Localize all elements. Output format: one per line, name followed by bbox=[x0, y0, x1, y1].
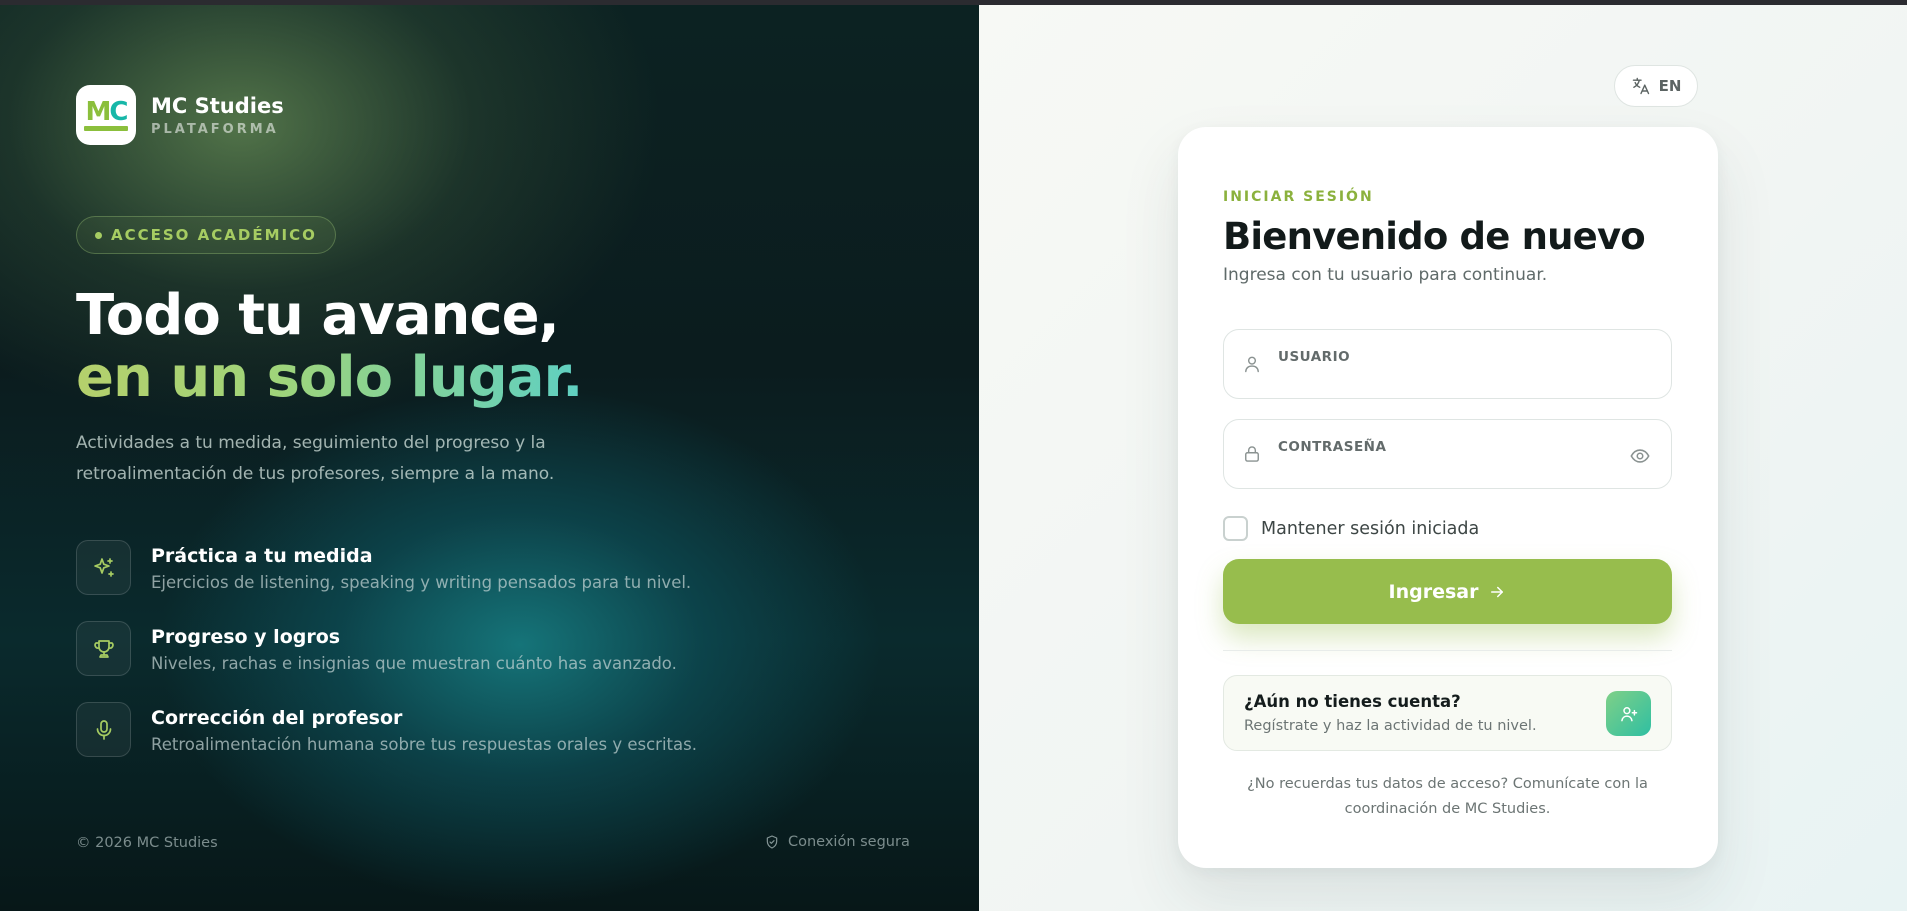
feature-item-correction: Corrección del profesor Retroalimentació… bbox=[76, 702, 697, 783]
remember-me-option[interactable]: Mantener sesión iniciada bbox=[1223, 516, 1479, 541]
brand-logo: MC bbox=[76, 85, 136, 145]
status-dot-icon bbox=[95, 231, 102, 239]
login-submit-label: Ingresar bbox=[1388, 580, 1479, 603]
arrow-right-icon bbox=[1491, 586, 1504, 597]
hero-panel: MC MC Studies PLATAFORMA ACCESO ACADÉMIC… bbox=[0, 5, 979, 911]
register-button[interactable] bbox=[1606, 691, 1651, 736]
login-eyebrow: INICIAR SESIÓN bbox=[1223, 189, 1374, 205]
hero-lead: Actividades a tu medida, seguimiento del… bbox=[76, 433, 555, 484]
secure-connection-note: Conexión segura bbox=[764, 834, 910, 850]
remember-me-checkbox[interactable] bbox=[1223, 516, 1248, 541]
user-icon bbox=[1245, 356, 1259, 373]
access-badge: ACCESO ACADÉMICO bbox=[76, 216, 336, 254]
show-password-eye-icon[interactable] bbox=[1629, 445, 1651, 467]
feature-title: Práctica a tu medida bbox=[151, 545, 373, 567]
headline-line-1: Todo tu avance, bbox=[76, 283, 560, 348]
lock-icon bbox=[1245, 446, 1259, 462]
username-field[interactable]: USUARIO bbox=[1223, 329, 1672, 399]
trophy-icon bbox=[76, 621, 131, 676]
access-help-text: ¿No recuerdas tus datos de acceso? Comun… bbox=[1247, 776, 1648, 817]
login-title: Bienvenido de nuevo bbox=[1223, 215, 1646, 258]
divider bbox=[1223, 650, 1672, 651]
login-card: INICIAR SESIÓN Bienvenido de nuevo Ingre… bbox=[1178, 127, 1718, 868]
feature-description: Niveles, rachas e insignias que muestran… bbox=[151, 654, 677, 673]
brand-name: MC Studies bbox=[151, 93, 284, 118]
brand-subtitle: PLATAFORMA bbox=[151, 121, 279, 137]
username-field-label: USUARIO bbox=[1278, 349, 1351, 365]
password-field-label: CONTRASEÑA bbox=[1278, 439, 1387, 455]
hero-headline: Todo tu avance, en un solo lugar. bbox=[76, 283, 583, 410]
logo-letter-m: M bbox=[85, 96, 112, 127]
feature-description: Retroalimentación humana sobre tus respu… bbox=[151, 735, 697, 754]
language-toggle-button[interactable]: EN bbox=[1614, 65, 1698, 107]
feature-description: Ejercicios de listening, speaking y writ… bbox=[151, 573, 692, 592]
language-toggle-label: EN bbox=[1658, 77, 1682, 95]
sparkles-icon bbox=[76, 540, 131, 595]
feature-list: Práctica a tu medida Ejercicios de liste… bbox=[76, 540, 697, 783]
password-field[interactable]: CONTRASEÑA bbox=[1223, 419, 1672, 489]
copyright-text: © 2026 MC Studies bbox=[76, 835, 218, 851]
register-subtitle: Regístrate y haz la actividad de tu nive… bbox=[1244, 718, 1537, 734]
translate-icon bbox=[1632, 77, 1649, 95]
register-title: ¿Aún no tienes cuenta? bbox=[1244, 692, 1461, 711]
access-badge-label: ACCESO ACADÉMICO bbox=[111, 226, 317, 244]
logo-letter-c: C bbox=[109, 96, 128, 127]
shield-check-icon bbox=[766, 835, 778, 849]
user-plus-icon bbox=[1620, 706, 1637, 721]
login-subtitle: Ingresa con tu usuario para continuar. bbox=[1223, 265, 1548, 285]
brand[interactable]: MC MC Studies PLATAFORMA bbox=[76, 85, 284, 145]
logo-tagline-bar bbox=[84, 125, 128, 131]
login-submit-button[interactable]: Ingresar bbox=[1223, 559, 1672, 624]
brand-text: MC Studies PLATAFORMA bbox=[151, 94, 284, 137]
feature-title: Corrección del profesor bbox=[151, 707, 403, 729]
secure-connection-label: Conexión segura bbox=[788, 834, 910, 850]
logo-monogram: MC bbox=[85, 96, 129, 127]
register-prompt[interactable]: ¿Aún no tienes cuenta? Regístrate y haz … bbox=[1223, 675, 1672, 751]
feature-item-progress: Progreso y logros Niveles, rachas e insi… bbox=[76, 621, 697, 702]
login-panel: EN INICIAR SESIÓN Bienvenido de nuevo In… bbox=[979, 5, 1907, 911]
feature-item-practice: Práctica a tu medida Ejercicios de liste… bbox=[76, 540, 697, 621]
feature-title: Progreso y logros bbox=[151, 626, 341, 648]
microphone-icon bbox=[76, 702, 131, 757]
headline-line-2: en un solo lugar. bbox=[76, 345, 583, 410]
remember-me-label: Mantener sesión iniciada bbox=[1261, 518, 1480, 539]
